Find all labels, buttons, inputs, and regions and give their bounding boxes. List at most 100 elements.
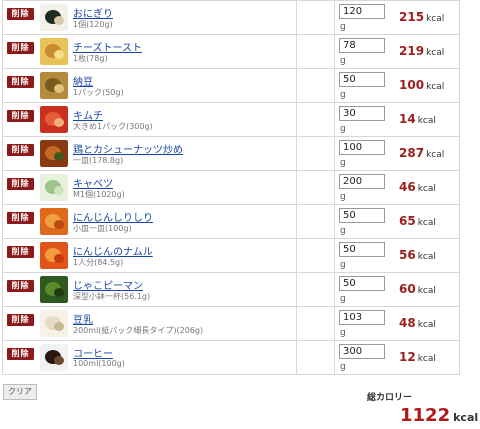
calorie-number: 56: [399, 248, 416, 262]
quantity-unit: g: [340, 22, 346, 32]
thumb-shape: [54, 152, 64, 161]
delete-button[interactable]: 削除: [7, 314, 34, 326]
calorie-value: 60 kcal: [399, 278, 436, 297]
calorie-value: 48 kcal: [399, 312, 436, 331]
food-table: 削除おにぎり1個(120g)g215kcal削除チーズトースト1枚(78g)g2…: [2, 0, 460, 375]
column-divider: [296, 69, 297, 102]
thumb-shape: [54, 322, 64, 331]
quantity-unit: g: [340, 362, 346, 372]
quantity-unit: g: [340, 124, 346, 134]
food-name-link[interactable]: コーヒー: [73, 345, 113, 360]
delete-button[interactable]: 削除: [7, 8, 34, 20]
calorie-unit: kcal: [426, 150, 445, 160]
thumb-shape: [54, 254, 64, 263]
food-name-link[interactable]: にんじんのナムル: [73, 243, 153, 258]
food-row: 削除 豆乳200ml(紙パック細長タイプ)(206g) g 48kcal: [2, 307, 460, 341]
delete-button[interactable]: 削除: [7, 280, 34, 292]
quantity-input[interactable]: [339, 242, 385, 257]
total-calories-value: 1122: [400, 405, 451, 426]
food-name-link[interactable]: おにぎり: [73, 5, 113, 20]
thumb-shape: [54, 220, 64, 229]
calorie-unit: kcal: [426, 82, 445, 92]
food-row: 削除 鶏とカシューナッツ炒め一皿(178.8g) g 287kcal: [2, 137, 460, 171]
thumb-shape: [54, 186, 64, 195]
food-portion: 1枚(78g): [73, 54, 108, 63]
calorie-value: 287 kcal: [399, 142, 444, 161]
quantity-input[interactable]: [339, 140, 385, 155]
delete-button[interactable]: 削除: [7, 144, 34, 156]
food-thumbnail: [40, 72, 68, 99]
quantity-unit: g: [340, 260, 346, 270]
calorie-number: 65: [399, 214, 416, 228]
food-thumbnail: [40, 276, 68, 303]
column-divider: [296, 1, 297, 34]
food-name-link[interactable]: チーズトースト: [73, 39, 142, 54]
calorie-value: 46 kcal: [399, 176, 436, 195]
calorie-number: 46: [399, 180, 416, 194]
thumb-shape: [54, 84, 64, 93]
delete-button[interactable]: 削除: [7, 110, 34, 122]
column-divider: [334, 171, 335, 204]
total-calories: 1122 kcal: [400, 405, 478, 426]
food-name-link[interactable]: キムチ: [73, 107, 103, 122]
food-portion: 100ml(100g): [73, 359, 125, 368]
calorie-unit: kcal: [417, 320, 436, 330]
column-divider: [296, 341, 297, 374]
food-thumbnail: [40, 38, 68, 65]
food-name-link[interactable]: キャベツ: [73, 175, 113, 190]
food-name-link[interactable]: 鶏とカシューナッツ炒め: [73, 141, 183, 156]
food-name-link[interactable]: 豆乳: [73, 311, 93, 326]
quantity-unit: g: [340, 294, 346, 304]
calorie-value: 100 kcal: [399, 74, 444, 93]
food-thumbnail: [40, 4, 68, 31]
column-divider: [334, 205, 335, 238]
food-thumbnail: [40, 106, 68, 133]
food-name-link[interactable]: 納豆: [73, 73, 93, 88]
food-row: 削除 キャベツM1個(1020g) g 46kcal: [2, 171, 460, 205]
delete-button[interactable]: 削除: [7, 76, 34, 88]
quantity-input[interactable]: [339, 208, 385, 223]
food-row: 削除 コーヒー100ml(100g) g 12kcal: [2, 341, 460, 375]
quantity-input[interactable]: [339, 344, 385, 359]
food-portion: 1個(120g): [73, 20, 113, 29]
food-portion: 大きめ1パック(300g): [73, 122, 153, 131]
calorie-unit: kcal: [417, 286, 436, 296]
food-name-link[interactable]: じゃこピーマン: [73, 277, 143, 292]
calorie-unit: kcal: [417, 218, 436, 228]
thumb-shape: [54, 16, 64, 25]
food-thumbnail: [40, 310, 68, 337]
calorie-number: 219: [399, 44, 425, 58]
column-divider: [334, 341, 335, 374]
calorie-unit: kcal: [426, 48, 445, 58]
quantity-unit: g: [340, 90, 346, 100]
quantity-unit: g: [340, 328, 346, 338]
food-name-link[interactable]: にんじんしりしり: [73, 209, 153, 224]
calorie-number: 287: [399, 146, 425, 160]
food-row: 削除 にんじんしりしり小皿一皿(100g) g 65kcal: [2, 205, 460, 239]
calorie-unit: kcal: [426, 14, 445, 24]
delete-button[interactable]: 削除: [7, 42, 34, 54]
quantity-input[interactable]: [339, 38, 385, 53]
column-divider: [334, 1, 335, 34]
quantity-input[interactable]: [339, 4, 385, 19]
food-row: 削除 にんじんのナムル1人分(84.5g) g 56kcal: [2, 239, 460, 273]
calorie-number: 100: [399, 78, 425, 92]
delete-button[interactable]: 削除: [7, 348, 34, 360]
food-portion: 200ml(紙パック細長タイプ)(206g): [73, 326, 204, 335]
delete-button[interactable]: 削除: [7, 246, 34, 258]
clear-button[interactable]: クリア: [3, 384, 37, 400]
quantity-unit: g: [340, 226, 346, 236]
delete-button[interactable]: 削除: [7, 212, 34, 224]
calorie-value: 215 kcal: [399, 6, 444, 25]
calorie-unit: kcal: [417, 184, 436, 194]
quantity-input[interactable]: [339, 174, 385, 189]
calorie-value: 219 kcal: [399, 40, 444, 59]
quantity-input[interactable]: [339, 310, 385, 325]
quantity-unit: g: [340, 56, 346, 66]
quantity-input[interactable]: [339, 276, 385, 291]
total-calories-unit: kcal: [453, 411, 479, 424]
quantity-input[interactable]: [339, 106, 385, 121]
quantity-input[interactable]: [339, 72, 385, 87]
delete-button[interactable]: 削除: [7, 178, 34, 190]
food-thumbnail: [40, 208, 68, 235]
